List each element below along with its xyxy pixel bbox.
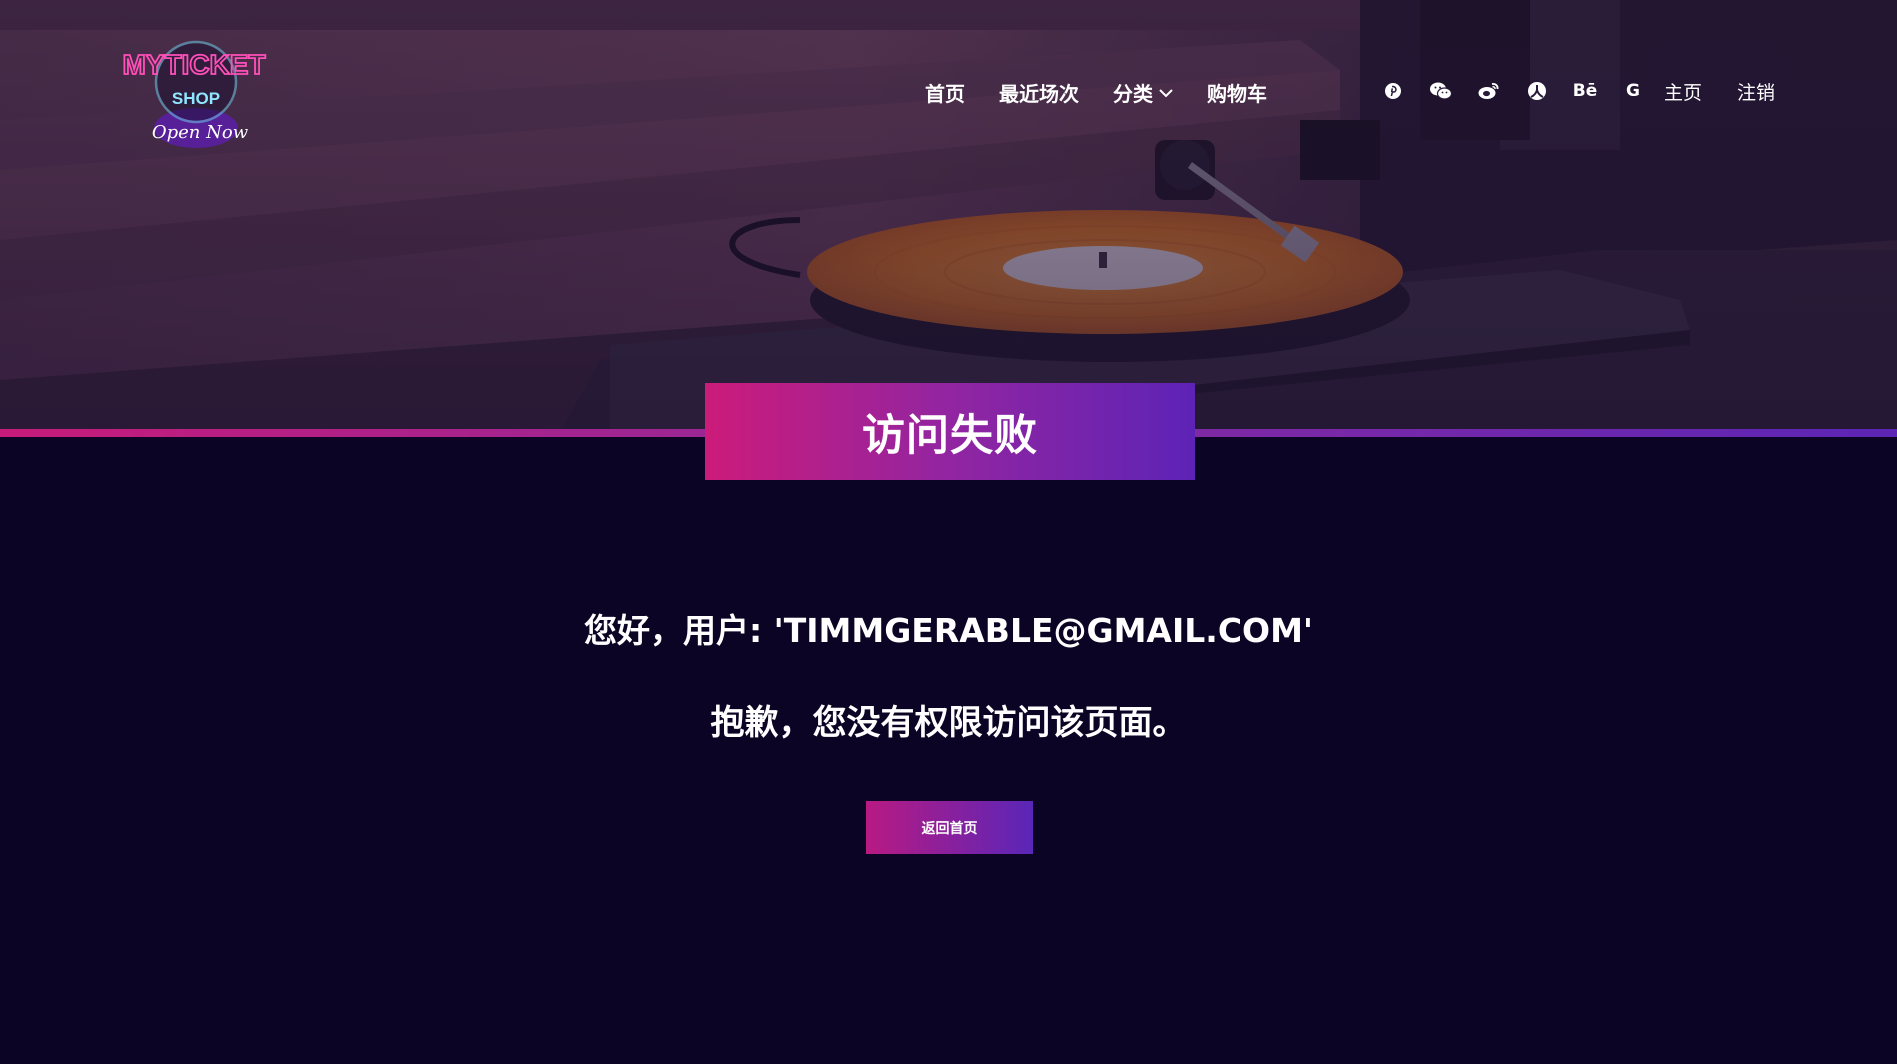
page-title-banner: 访问失败 [705,383,1195,480]
behance-glyph: Bē [1572,81,1598,101]
logo-title: MYTICKET [122,49,265,80]
renren-icon[interactable] [1524,78,1550,104]
main-nav: 首页 最近场次 分类 购物车 [925,78,1267,107]
home-link[interactable]: 主页 [1664,78,1702,105]
logo-subtitle: SHOP [172,89,220,108]
nav-item-categories[interactable]: 分类 [1113,78,1173,107]
hero-image [0,0,1897,433]
back-to-home-button[interactable]: 返回首页 [866,801,1033,854]
google-icon[interactable]: G [1620,78,1646,104]
nav-item-label: 分类 [1113,82,1153,106]
logo-graphic: MYTICKET SHOP Open Now [122,40,266,148]
nav-item-cart[interactable]: 购物车 [1207,78,1267,107]
page: MYTICKET SHOP Open Now 首页 最近场次 分类 购物车 Bē… [0,0,1897,1064]
google-glyph: G [1626,81,1640,101]
behance-icon[interactable]: Bē [1572,78,1598,104]
logo-tagline: Open Now [152,122,249,143]
content-background [0,437,1897,1064]
weibo-icon[interactable] [1476,78,1502,104]
nav-item-recent-shows[interactable]: 最近场次 [999,78,1079,107]
nav-item-label: 购物车 [1207,82,1267,106]
nav-item-home[interactable]: 首页 [925,78,965,107]
user-greeting: 您好，用户: 'TIMMGERABLE@GMAIL.COM' [583,611,1314,650]
chevron-down-icon [1159,88,1173,97]
nav-item-label: 首页 [925,82,965,106]
turntable-photo [0,0,1897,433]
logout-link[interactable]: 注销 [1737,78,1775,105]
nav-item-label: 最近场次 [999,82,1079,106]
pinterest-icon[interactable] [1380,78,1406,104]
access-denied-message: 抱歉，您没有权限访问该页面。 [710,703,1187,743]
social-links: Bē G [1380,78,1646,104]
wechat-icon[interactable] [1428,78,1454,104]
page-title: 访问失败 [862,410,1038,461]
site-logo[interactable]: MYTICKET SHOP Open Now [118,38,270,150]
